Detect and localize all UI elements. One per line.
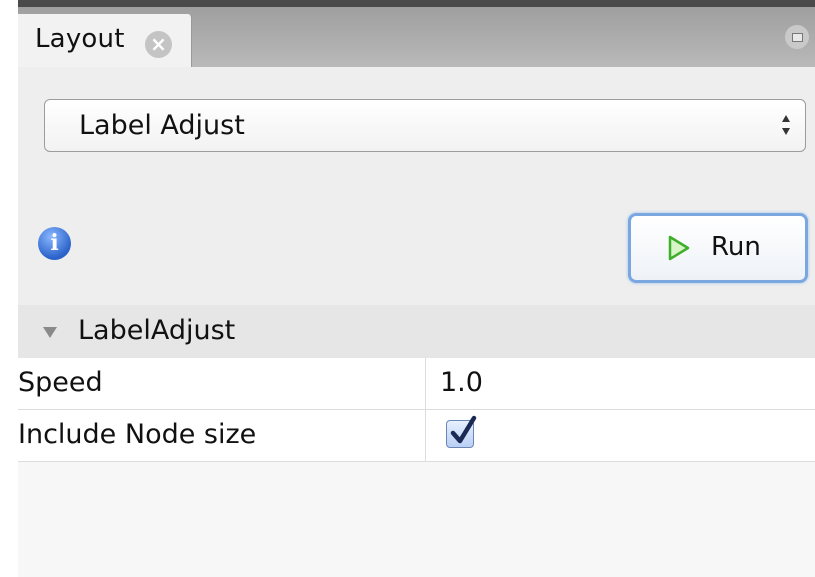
layout-panel: Layout × Label Adjust i Run LabelAdjust … [18,0,815,577]
run-label: Run [711,232,761,262]
tab-layout[interactable]: Layout × [18,14,192,67]
collapse-triangle-icon[interactable] [43,327,57,338]
run-button[interactable]: Run [628,213,808,283]
info-icon[interactable]: i [38,227,71,260]
property-sheet: Speed 1.0 Include Node size [18,358,815,577]
property-name: Speed [18,367,103,398]
tab-bar: Layout × [18,0,815,67]
selected-layout: Label Adjust [79,110,245,141]
checkmark-icon [450,415,477,444]
include-node-size-checkbox[interactable] [446,415,477,448]
property-group-title: LabelAdjust [78,315,236,346]
layout-algorithm-select[interactable]: Label Adjust [44,99,806,152]
property-row-include-node-size: Include Node size [18,410,815,462]
property-name-cell: Include Node size [18,410,426,461]
up-down-arrows-icon [782,115,790,135]
property-name-cell: Speed [18,358,426,409]
property-name: Include Node size [18,419,257,450]
play-icon [668,235,690,261]
tab-title: Layout [35,24,125,54]
property-group-header[interactable]: LabelAdjust [18,305,815,358]
property-row-speed: Speed 1.0 [18,358,815,410]
maximize-icon[interactable] [785,25,809,49]
close-icon[interactable]: × [145,31,172,58]
speed-value[interactable]: 1.0 [440,367,483,398]
